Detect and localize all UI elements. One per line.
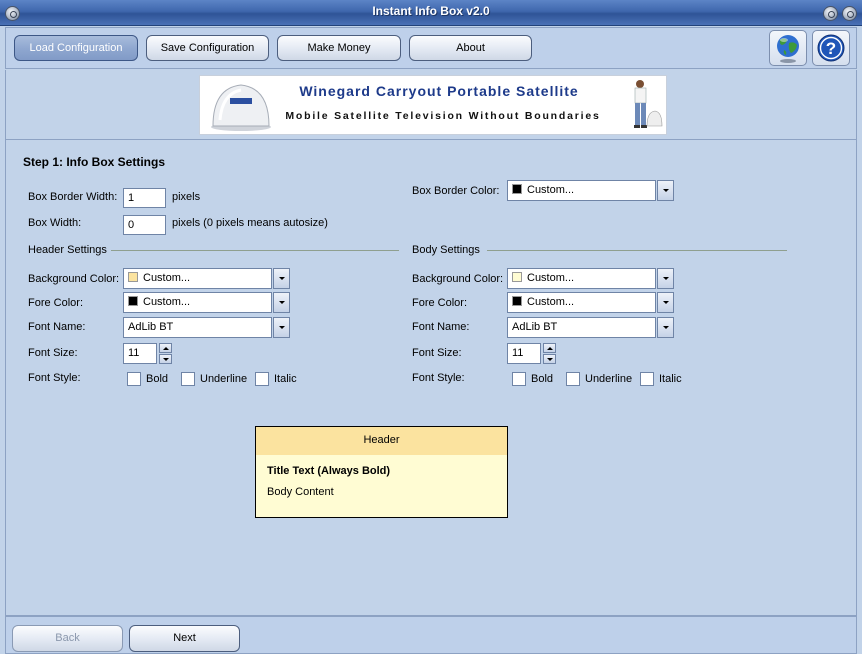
body-font-style-label: Font Style: <box>412 372 465 384</box>
header-font-name-label: Font Name: <box>28 321 86 333</box>
body-italic-checkbox[interactable] <box>640 372 654 386</box>
person-with-satellite-icon <box>634 80 663 128</box>
box-border-color-value: Custom... <box>527 184 575 196</box>
box-border-color-swatch <box>512 184 522 194</box>
header-font-name-dropdown[interactable]: AdLib BT <box>123 317 291 338</box>
header-settings-divider <box>111 250 399 251</box>
header-italic-label: Italic <box>274 373 297 385</box>
header-bg-color-swatch <box>128 272 138 282</box>
box-border-color-dropdown[interactable]: Custom... <box>507 180 675 201</box>
preview-title: Title Text (Always Bold) <box>267 465 391 477</box>
body-settings-label: Body Settings <box>412 244 480 256</box>
step-title: Step 1: Info Box Settings <box>23 155 166 169</box>
body-font-name-label: Font Name: <box>412 321 470 333</box>
chevron-down-icon[interactable] <box>657 317 674 338</box>
info-box-preview: Header Title Text (Always Bold) Body Con… <box>255 426 508 518</box>
box-border-width-input[interactable]: 1 <box>123 188 166 208</box>
body-bg-color-dropdown[interactable]: Custom... <box>507 268 675 289</box>
decrement-arrow-icon[interactable] <box>543 354 556 364</box>
header-settings-label: Header Settings <box>28 244 107 256</box>
title-bar: Instant Info Box v2.0 <box>0 0 862 26</box>
increment-arrow-icon[interactable] <box>543 343 556 353</box>
help-button[interactable]: ? <box>812 30 850 66</box>
body-fore-color-value: Custom... <box>527 296 575 308</box>
minimize-icon[interactable] <box>823 6 838 21</box>
save-configuration-button[interactable]: Save Configuration <box>146 35 269 61</box>
preview-header: Header <box>256 427 507 455</box>
toolbar: Load Configuration Save Configuration Ma… <box>5 27 857 69</box>
body-bg-color-value: Custom... <box>527 272 575 284</box>
make-money-button[interactable]: Make Money <box>277 35 401 61</box>
ad-banner[interactable]: Winegard Carryout Portable Satellite Mob… <box>199 75 667 135</box>
body-fore-color-dropdown[interactable]: Custom... <box>507 292 675 313</box>
header-bg-color-label: Background Color: <box>28 273 120 285</box>
box-border-width-label: Box Border Width: <box>28 191 118 203</box>
header-bg-color-value: Custom... <box>143 272 191 284</box>
box-width-unit: pixels (0 pixels means autosize) <box>172 217 328 229</box>
body-font-size-label: Font Size: <box>412 347 462 359</box>
header-bold-checkbox[interactable] <box>127 372 141 386</box>
banner-tagline: Mobile Satellite Television Without Boun… <box>285 110 601 122</box>
chevron-down-icon[interactable] <box>657 292 674 313</box>
body-font-name-value: AdLib BT <box>507 317 656 338</box>
header-bold-label: Bold <box>146 373 169 385</box>
window-title: Instant Info Box v2.0 <box>372 4 490 18</box>
load-configuration-button[interactable]: Load Configuration <box>14 35 138 61</box>
header-fore-color-label: Fore Color: <box>28 297 84 309</box>
chevron-down-icon[interactable] <box>273 268 290 289</box>
header-underline-label: Underline <box>200 373 248 385</box>
header-font-size-label: Font Size: <box>28 347 78 359</box>
decrement-arrow-icon[interactable] <box>159 354 172 364</box>
body-italic-label: Italic <box>659 373 682 385</box>
body-bg-color-swatch <box>512 272 522 282</box>
header-underline-checkbox[interactable] <box>181 372 195 386</box>
header-bg-color-dropdown[interactable]: Custom... <box>123 268 291 289</box>
body-underline-checkbox[interactable] <box>566 372 580 386</box>
body-settings-divider <box>487 250 787 251</box>
about-button[interactable]: About <box>409 35 532 61</box>
chevron-down-icon[interactable] <box>657 180 674 201</box>
chevron-down-icon[interactable] <box>273 317 290 338</box>
body-font-size-value[interactable]: 11 <box>507 343 541 364</box>
header-font-name-value: AdLib BT <box>123 317 272 338</box>
footer-bar: Back Next <box>5 616 857 654</box>
close-icon[interactable] <box>842 6 857 21</box>
box-border-width-unit: pixels <box>172 191 201 203</box>
header-fore-color-swatch <box>128 296 138 306</box>
globe-icon <box>777 35 799 63</box>
header-fore-color-dropdown[interactable]: Custom... <box>123 292 291 313</box>
body-fore-color-swatch <box>512 296 522 306</box>
svg-text:?: ? <box>826 39 836 58</box>
header-italic-checkbox[interactable] <box>255 372 269 386</box>
body-bg-color-label: Background Color: <box>412 273 504 285</box>
header-font-size-stepper[interactable]: 11 <box>123 343 173 364</box>
increment-arrow-icon[interactable] <box>159 343 172 353</box>
preview-body: Body Content <box>267 486 334 498</box>
body-bold-checkbox[interactable] <box>512 372 526 386</box>
back-button[interactable]: Back <box>12 625 123 652</box>
body-fore-color-label: Fore Color: <box>412 297 468 309</box>
body-font-size-stepper[interactable]: 11 <box>507 343 557 364</box>
body-font-name-dropdown[interactable]: AdLib BT <box>507 317 675 338</box>
body-underline-label: Underline <box>585 373 633 385</box>
next-button[interactable]: Next <box>129 625 240 652</box>
box-width-input[interactable]: 0 <box>123 215 166 235</box>
help-icon: ? <box>817 34 845 62</box>
box-width-label: Box Width: <box>28 217 82 229</box>
chevron-down-icon[interactable] <box>657 268 674 289</box>
settings-panel: Step 1: Info Box Settings Box Border Wid… <box>5 140 857 616</box>
chevron-down-icon[interactable] <box>273 292 290 313</box>
body-bold-label: Bold <box>531 373 554 385</box>
header-font-style-label: Font Style: <box>28 372 81 384</box>
banner-headline: Winegard Carryout Portable Satellite <box>299 83 579 99</box>
header-font-size-value[interactable]: 11 <box>123 343 157 364</box>
banner-strip: Winegard Carryout Portable Satellite Mob… <box>5 70 857 140</box>
web-button[interactable] <box>769 30 807 66</box>
header-fore-color-value: Custom... <box>143 296 191 308</box>
box-border-color-label: Box Border Color: <box>412 185 500 197</box>
